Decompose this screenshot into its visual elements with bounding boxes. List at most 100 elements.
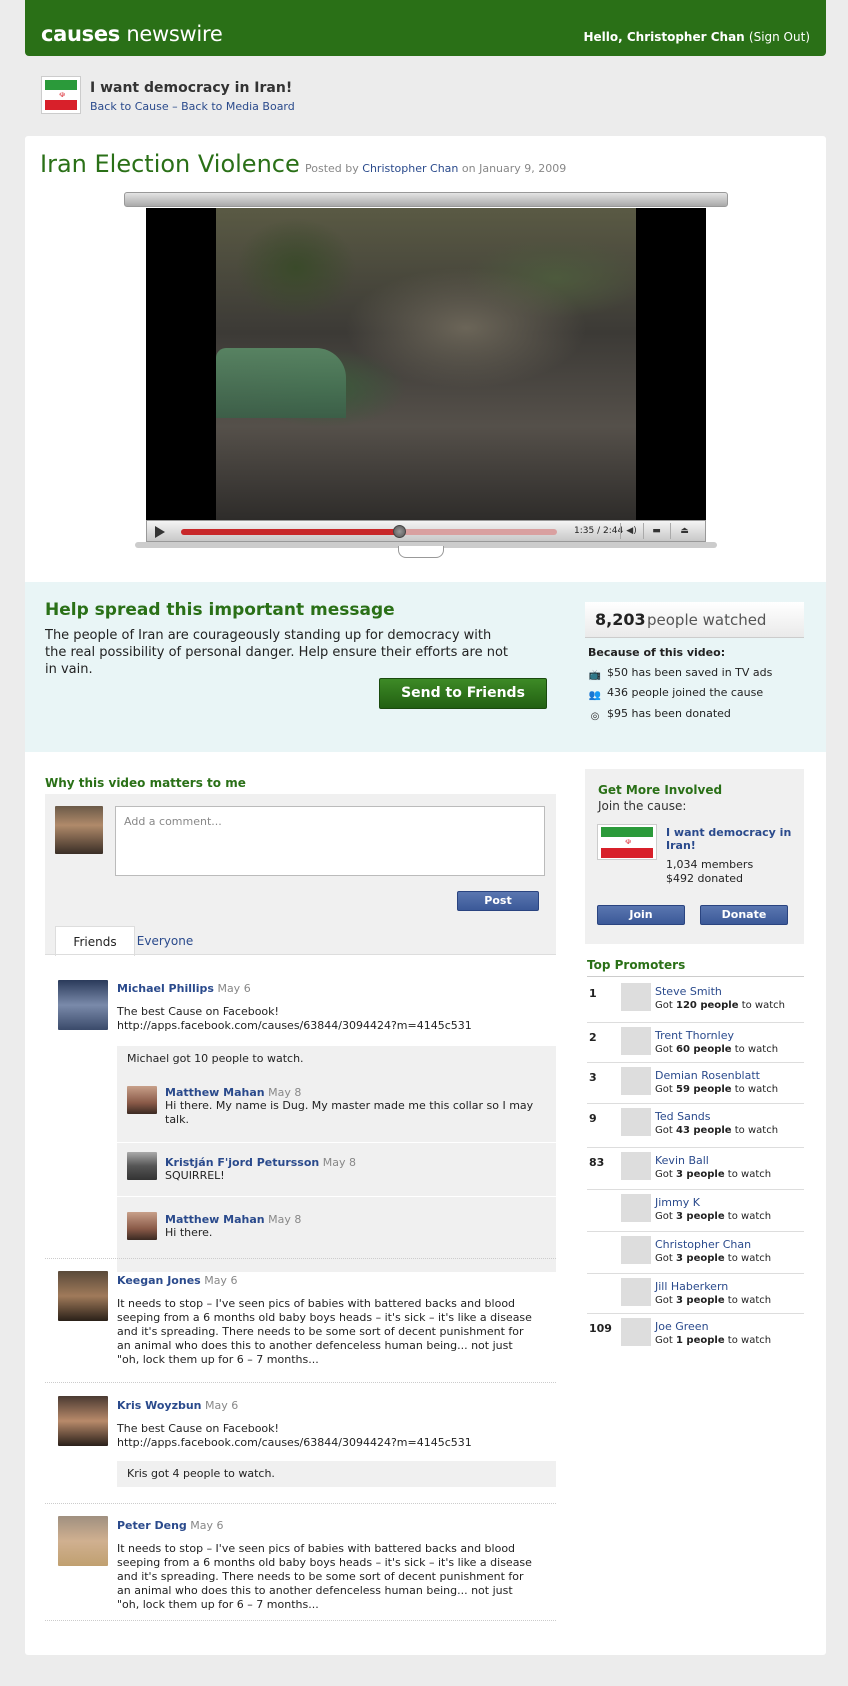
avatar[interactable] bbox=[621, 983, 651, 1011]
commenter-name[interactable]: Kris Woyzbun bbox=[117, 1399, 202, 1412]
post-button[interactable]: Post bbox=[457, 891, 539, 911]
top-promoters-heading: Top Promoters bbox=[587, 958, 686, 972]
avatar[interactable] bbox=[621, 1194, 651, 1222]
commenter-name[interactable]: Keegan Jones bbox=[117, 1274, 201, 1287]
promoter-name[interactable]: Kevin Ball bbox=[655, 1154, 709, 1167]
promoter-count: Got 3 people to watch bbox=[655, 1295, 772, 1306]
reply-name[interactable]: Kristján F'jord Petursson bbox=[165, 1156, 319, 1169]
watch-note: Kris got 4 people to watch. bbox=[117, 1461, 556, 1487]
reply-text: Hi there. My name is Dug. My master made… bbox=[165, 1099, 534, 1126]
get-involved-heading: Get More Involved bbox=[598, 783, 723, 797]
avatar[interactable] bbox=[58, 1516, 108, 1566]
brand-logo[interactable]: causes newswire bbox=[41, 22, 223, 46]
comment-text: It needs to stop – I've seen pics of bab… bbox=[117, 1297, 532, 1366]
cause-title: I want democracy in Iran! bbox=[90, 80, 293, 96]
divider bbox=[45, 1382, 556, 1383]
avatar[interactable] bbox=[58, 1271, 108, 1321]
screen-pull-handle bbox=[398, 546, 444, 558]
projector-screen-rod bbox=[124, 192, 728, 207]
cause-header: ☫ I want democracy in Iran! Back to Caus… bbox=[41, 76, 641, 116]
iran-flag-icon: ☫ bbox=[597, 824, 657, 860]
back-to-cause-link[interactable]: Back to Cause bbox=[90, 100, 169, 113]
reply-text: SQUIRREL! bbox=[165, 1169, 225, 1182]
coins-icon: ◎ bbox=[590, 711, 600, 722]
promoter-row: 1 Steve Smith Got 120 people to watch bbox=[587, 979, 804, 1023]
tab-everyone[interactable]: Everyone bbox=[135, 926, 195, 956]
stat-tv-ads: 📺 $50 has been saved in TV ads bbox=[588, 666, 773, 681]
send-to-friends-button[interactable]: Send to Friends bbox=[379, 678, 547, 709]
tab-friends[interactable]: Friends bbox=[55, 926, 135, 956]
promoter-name[interactable]: Christopher Chan bbox=[655, 1238, 751, 1251]
avatar[interactable] bbox=[621, 1108, 651, 1136]
main-panel: Iran Election Violence Posted by Christo… bbox=[25, 136, 826, 1655]
back-to-media-board-link[interactable]: Back to Media Board bbox=[181, 100, 295, 113]
seek-handle[interactable] bbox=[393, 525, 407, 538]
promoter-rank: 83 bbox=[589, 1156, 605, 1169]
avatar[interactable] bbox=[621, 1067, 651, 1095]
promoters-divider bbox=[587, 976, 804, 977]
avatar[interactable] bbox=[621, 1236, 651, 1264]
commenter-name[interactable]: Peter Deng bbox=[117, 1519, 187, 1532]
cause-links: Back to Cause – Back to Media Board bbox=[90, 100, 295, 113]
avatar[interactable] bbox=[127, 1212, 157, 1240]
avatar[interactable] bbox=[621, 1152, 651, 1180]
reply-name[interactable]: Matthew Mahan bbox=[165, 1213, 265, 1226]
reply-name[interactable]: Matthew Mahan bbox=[165, 1086, 265, 1099]
author-link[interactable]: Christopher Chan bbox=[362, 162, 458, 175]
volume-icon[interactable]: ◀) bbox=[620, 523, 642, 539]
promoter-rank: 3 bbox=[589, 1071, 597, 1084]
divider bbox=[45, 1503, 556, 1504]
video-player[interactable] bbox=[146, 208, 706, 520]
people-icon: 👥 bbox=[588, 690, 602, 701]
avatar[interactable] bbox=[621, 1278, 651, 1306]
avatar[interactable] bbox=[621, 1027, 651, 1055]
promoter-row: Christopher Chan Got 3 people to watch bbox=[587, 1232, 804, 1274]
fullscreen-icon[interactable]: ⏏ bbox=[670, 523, 698, 539]
promoter-rank: 109 bbox=[589, 1322, 612, 1335]
commenter-name[interactable]: Michael Phillips bbox=[117, 982, 214, 995]
sign-out-link[interactable]: (Sign Out) bbox=[749, 30, 810, 44]
promoter-name[interactable]: Jimmy K bbox=[655, 1196, 700, 1209]
seek-bar[interactable] bbox=[181, 525, 557, 538]
promoter-name[interactable]: Trent Thornley bbox=[655, 1029, 734, 1042]
promoter-count: Got 60 people to watch bbox=[655, 1044, 779, 1055]
promoter-name[interactable]: Ted Sands bbox=[655, 1110, 711, 1123]
avatar[interactable] bbox=[58, 1396, 108, 1446]
comment-input[interactable]: Add a comment... bbox=[115, 806, 545, 876]
promoter-name[interactable]: Joe Green bbox=[655, 1320, 709, 1333]
join-button[interactable]: Join bbox=[597, 905, 685, 925]
screen-size-icon[interactable]: ▬ bbox=[643, 523, 669, 539]
promoter-rank: 9 bbox=[589, 1112, 597, 1125]
promoter-name[interactable]: Steve Smith bbox=[655, 985, 722, 998]
promoter-name[interactable]: Jill Haberkern bbox=[655, 1280, 728, 1293]
stat-donated: ◎ $95 has been donated bbox=[588, 707, 731, 723]
avatar[interactable] bbox=[127, 1152, 157, 1180]
promoter-row: Jimmy K Got 3 people to watch bbox=[587, 1190, 804, 1232]
spread-body: The people of Iran are courageously stan… bbox=[45, 628, 508, 677]
reply-text: Hi there. bbox=[165, 1226, 213, 1239]
divider bbox=[45, 1620, 556, 1621]
join-cause-label: Join the cause: bbox=[598, 799, 687, 813]
video-frame[interactable] bbox=[216, 208, 636, 520]
promoter-count: Got 1 people to watch bbox=[655, 1335, 772, 1346]
watched-counter: 8,203 people watched bbox=[585, 602, 804, 638]
comment-text: The best Cause on Facebook! http://apps.… bbox=[117, 1422, 472, 1449]
cause-link[interactable]: I want democracy in Iran! bbox=[666, 826, 796, 852]
spread-heading: Help spread this important message bbox=[45, 600, 395, 620]
promoter-name[interactable]: Demian Rosenblatt bbox=[655, 1069, 760, 1082]
get-involved-panel: Get More Involved Join the cause: ☫ I wa… bbox=[585, 769, 804, 944]
donate-button[interactable]: Donate bbox=[700, 905, 788, 925]
comment-text: It needs to stop – I've seen pics of bab… bbox=[117, 1542, 532, 1611]
avatar[interactable] bbox=[58, 980, 108, 1030]
play-icon[interactable] bbox=[155, 526, 165, 538]
promoter-row: 2 Trent Thornley Got 60 people to watch bbox=[587, 1023, 804, 1063]
avatar[interactable] bbox=[621, 1318, 651, 1346]
avatar[interactable] bbox=[127, 1086, 157, 1114]
comment-item: Kris Woyzbun May 6 The best Cause on Fac… bbox=[117, 1399, 537, 1450]
promoter-row: Jill Haberkern Got 3 people to watch bbox=[587, 1274, 804, 1314]
promoter-row: 83 Kevin Ball Got 3 people to watch bbox=[587, 1148, 804, 1190]
page-title: Iran Election Violence bbox=[40, 150, 300, 178]
promoter-count: Got 59 people to watch bbox=[655, 1084, 779, 1095]
video-time: 1:35 / 2:44 bbox=[574, 526, 624, 536]
greeting: Hello, Christopher Chan (Sign Out) bbox=[583, 30, 810, 44]
